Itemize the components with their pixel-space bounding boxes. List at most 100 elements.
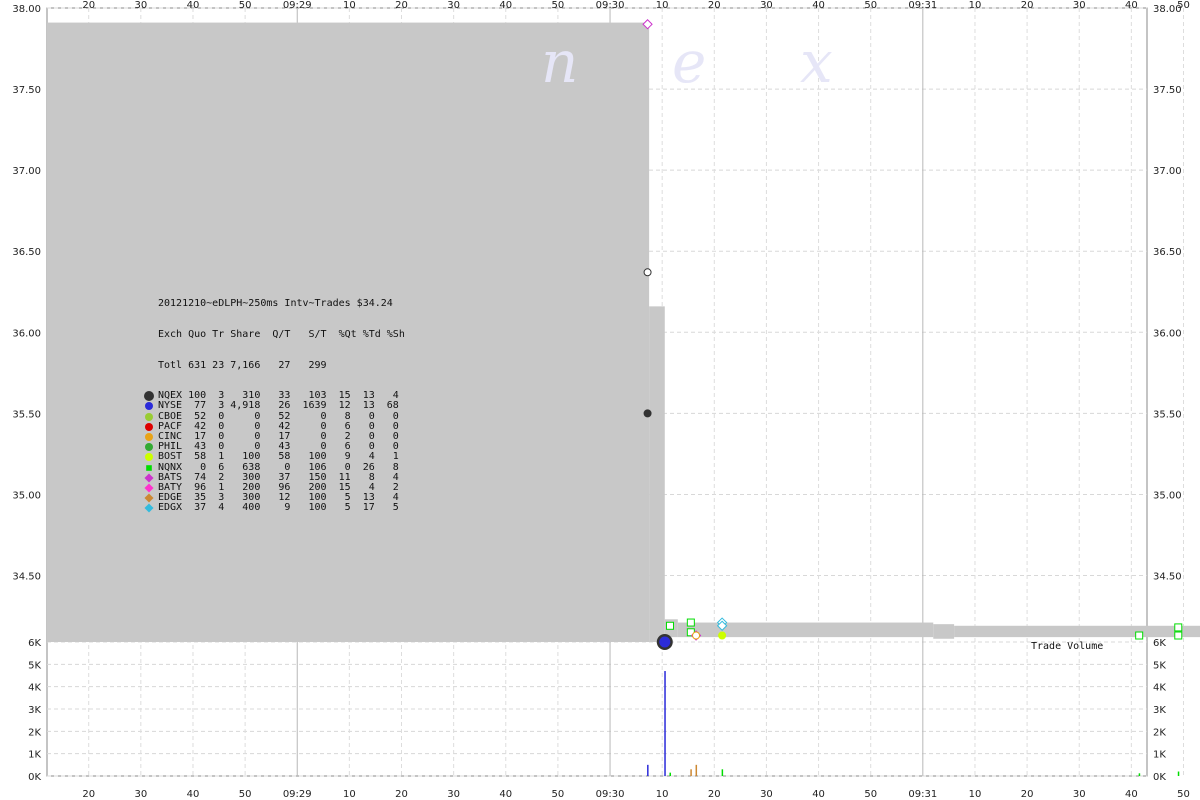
time-tick-label: 20 [1021, 0, 1034, 11]
time-tick-label: 10 [656, 0, 669, 11]
price-tick-label: 35.50 [1153, 409, 1182, 420]
time-tick-label: 50 [239, 789, 252, 800]
price-tick-label: 36.50 [1153, 247, 1182, 258]
circle-marker-icon [145, 422, 153, 431]
time-tick-label: 40 [812, 0, 825, 11]
circle-marker-icon [145, 432, 153, 441]
time-tick-label: 40 [499, 789, 512, 800]
quote-marker-square [1174, 631, 1183, 640]
time-tick-label: 30 [1073, 789, 1086, 800]
volume-bar [695, 764, 698, 776]
volume-tick-label: 2K [28, 727, 41, 738]
nbbo-band-segment [933, 624, 955, 639]
time-tick-label: 10 [969, 789, 982, 800]
time-tick-label: 20 [1021, 789, 1034, 800]
price-tick-label: 36.00 [12, 328, 41, 339]
diamond-marker-icon [144, 503, 154, 513]
time-tick-label: 40 [499, 0, 512, 11]
time-tick-label: 40 [812, 789, 825, 800]
price-tick-label: 35.00 [12, 490, 41, 501]
stats-legend: 20121210~eDLPH~250ms Intv~Trades $34.24 … [144, 279, 405, 524]
time-tick-label: 09:31 [908, 0, 937, 11]
quote-marker-square [1174, 623, 1183, 632]
quote-marker-circle [718, 631, 727, 640]
time-tick-label: 09:30 [596, 789, 625, 800]
quote-marker-square [665, 621, 674, 630]
volume-tick-label: 1K [1153, 750, 1166, 761]
price-tick-label: 37.50 [12, 85, 41, 96]
legend-header: Exch Quo Tr Share Q/T S/T %Qt %Td %Sh [158, 329, 405, 340]
time-tick-label: 50 [552, 789, 565, 800]
trade-marker [659, 636, 671, 648]
volume-tick-label: 0K [1153, 772, 1166, 783]
volume-tick-label: 1K [28, 750, 41, 761]
time-tick-label: 50 [864, 0, 877, 11]
price-tick-label: 36.00 [1153, 328, 1182, 339]
time-tick-label: 30 [760, 0, 773, 11]
time-tick-label: 50 [239, 0, 252, 11]
quote-marker-circle [643, 409, 652, 418]
volume-tick-label: 0K [28, 772, 41, 783]
legend-title: 20121210~eDLPH~250ms Intv~Trades $34.24 [158, 298, 393, 310]
time-tick-label: 20 [708, 0, 721, 11]
quote-marker-circle [692, 631, 701, 640]
price-tick-label: 35.50 [12, 409, 41, 420]
volume-tick-label: 2K [1153, 727, 1166, 738]
nbbo-band-segment [954, 625, 1200, 638]
time-tick-label: 20 [82, 789, 95, 800]
time-tick-label: 10 [343, 789, 356, 800]
watermark-letter: n [541, 28, 579, 96]
watermark-letter: x [800, 28, 833, 96]
time-tick-label: 20 [395, 0, 408, 11]
volume-tick-label: 4K [1153, 683, 1166, 694]
circle-marker-icon [145, 443, 153, 452]
time-tick-label: 20 [708, 789, 721, 800]
volume-label: Trade Volume [1031, 641, 1104, 652]
price-tick-label: 35.00 [1153, 490, 1182, 501]
diamond-marker-icon [144, 483, 154, 493]
bigcircle-marker-icon [144, 391, 154, 402]
nbbo-band-segment [677, 622, 934, 638]
time-tick-label: 30 [1073, 0, 1086, 11]
circle-marker-icon [145, 453, 153, 462]
time-tick-label: 10 [969, 0, 982, 11]
volume-tick-label: 3K [1153, 705, 1166, 716]
square-marker-icon [146, 464, 152, 471]
time-tick-label: 50 [1177, 0, 1190, 11]
volume-bar [1177, 771, 1180, 776]
time-tick-label: 30 [134, 789, 147, 800]
legend-total: Totl 631 23 7,166 27 299 [158, 359, 327, 371]
circle-marker-icon [145, 402, 153, 411]
legend-rows: NQEX 100 3 310 33 103 15 13 4 NYSE 77 3 4… [144, 391, 405, 514]
nbbo-band-segment [649, 306, 665, 642]
quote-marker-square [686, 618, 695, 627]
time-tick-label: 09:31 [908, 789, 937, 800]
volume-bar [647, 764, 649, 776]
time-tick-label: 09:29 [283, 789, 312, 800]
time-tick-label: 30 [447, 789, 460, 800]
time-tick-label: 40 [187, 789, 200, 800]
time-tick-label: 50 [552, 0, 565, 11]
price-tick-label: 34.50 [12, 572, 41, 583]
price-tick-label: 34.50 [1153, 572, 1182, 583]
time-tick-label: 30 [134, 0, 147, 11]
volume-tick-label: 6K [28, 638, 41, 649]
time-tick-label: 30 [760, 789, 773, 800]
time-tick-label: 09:29 [283, 0, 312, 11]
time-tick-label: 20 [395, 789, 408, 800]
time-tick-label: 40 [1125, 789, 1138, 800]
time-tick-label: 40 [1125, 0, 1138, 11]
volume-bar [721, 769, 724, 776]
volume-tick-label: 5K [1153, 660, 1166, 671]
time-tick-label: 50 [1177, 789, 1190, 800]
price-tick-label: 36.50 [12, 247, 41, 258]
volume-bar [669, 772, 671, 776]
price-tick-label: 37.00 [12, 166, 41, 177]
time-tick-label: 30 [447, 0, 460, 11]
quote-marker-square [1135, 631, 1144, 640]
legend-row-text: EDGX 37 4 400 9 100 5 17 5 [158, 502, 399, 514]
price-tick-label: 37.50 [1153, 85, 1182, 96]
volume-tick-label: 5K [28, 660, 41, 671]
time-tick-label: 40 [187, 0, 200, 11]
volume-bar [1138, 773, 1141, 776]
